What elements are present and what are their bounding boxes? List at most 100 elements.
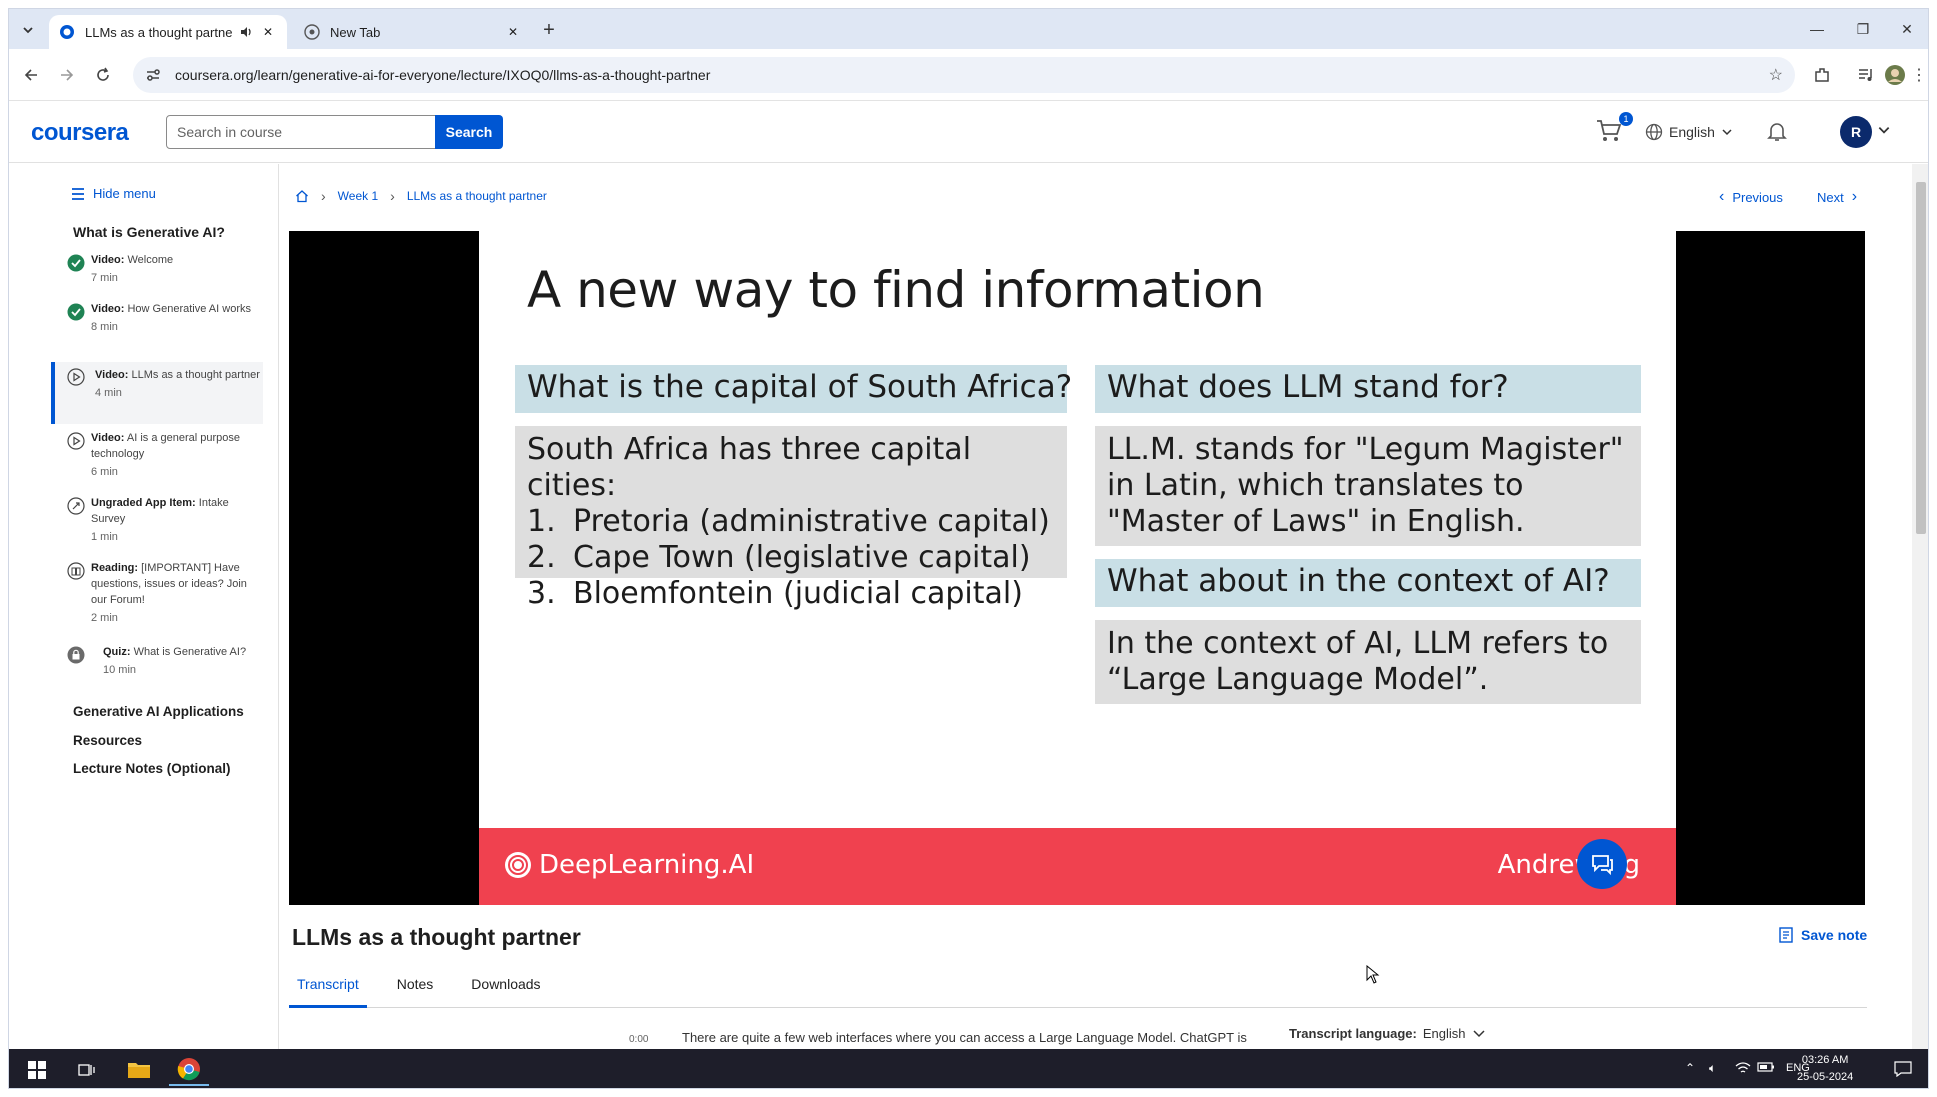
site-settings-icon[interactable] — [145, 66, 163, 84]
lesson-item[interactable]: Video: Welcome 7 min — [51, 252, 263, 298]
browser-menu-icon[interactable]: ⋮ — [1909, 61, 1928, 89]
task-view-button[interactable] — [67, 1054, 107, 1086]
capital-list: 1. Pretoria (administrative capital) 2. Ca… — [527, 504, 1055, 612]
chevron-down-icon — [23, 27, 33, 34]
module-link[interactable]: Generative AI Applications — [73, 704, 244, 719]
transcript-language-label: Transcript language: — [1289, 1026, 1417, 1041]
lesson-title: LLMs as a thought partner — [131, 369, 260, 381]
windows-start-button[interactable] — [17, 1054, 57, 1086]
lecture-title: LLMs as a thought partner — [292, 924, 581, 950]
previous-label: Previous — [1732, 189, 1783, 205]
file-explorer-button[interactable] — [119, 1054, 159, 1086]
hide-menu-button[interactable]: Hide menu — [71, 186, 156, 201]
lesson-duration: 4 min — [95, 387, 122, 399]
coursera-logo[interactable]: coursera — [31, 119, 129, 147]
lesson-item[interactable]: Video: AI is a general purpose technolog… — [51, 430, 263, 488]
volume-icon[interactable]: 🔈︎ — [1709, 1061, 1716, 1076]
profile-avatar-icon[interactable] — [1881, 61, 1909, 89]
close-tab-icon[interactable]: ✕ — [504, 23, 522, 41]
tab-title: LLMs as a thought partner — [85, 24, 233, 40]
scrollbar-thumb[interactable] — [1916, 182, 1926, 534]
media-control-icon[interactable] — [1852, 61, 1880, 89]
back-button[interactable] — [17, 61, 45, 89]
breadcrumb-week[interactable]: Week 1 — [338, 189, 378, 203]
address-bar[interactable]: coursera.org/learn/generative-ai-for-eve… — [133, 57, 1795, 93]
list-item: 1. Pretoria (administrative capital) — [527, 504, 1055, 540]
windows-taskbar: ⌃ 🔈︎ ENG 03:26 AM 25-05-2024 — [9, 1049, 1928, 1088]
lesson-title: Welcome — [127, 254, 174, 266]
battery-icon[interactable] — [1757, 1061, 1775, 1076]
page-scrollbar[interactable] — [1912, 164, 1928, 1054]
taskbar-clock[interactable]: 03:26 AM 25-05-2024 — [1797, 1052, 1853, 1086]
bookmark-star-icon[interactable]: ☆ — [1769, 65, 1783, 85]
lesson-kind: Video: — [91, 303, 125, 315]
chrome-taskbar-button[interactable] — [169, 1054, 209, 1086]
transcript-language-selector[interactable]: Transcript language: English — [1289, 1026, 1486, 1041]
chat-bubble-icon — [1592, 855, 1613, 876]
language-selector[interactable]: English — [1645, 121, 1733, 143]
tab-transcript[interactable]: Transcript — [289, 964, 367, 1008]
chevron-left-icon: ‹ — [1719, 188, 1725, 205]
tray-chevron-up-icon[interactable]: ⌃ — [1685, 1061, 1695, 1075]
slide-question: What does LLM stand for? — [1095, 365, 1641, 413]
lesson-item[interactable]: Quiz: What is Generative AI? 10 min — [51, 644, 263, 702]
lesson-item[interactable]: Ungraded App Item: Intake Survey 1 min — [51, 495, 263, 553]
speaker-icon[interactable] — [237, 23, 255, 41]
save-note-button[interactable]: Save note — [1779, 927, 1867, 943]
module-link[interactable]: Lecture Notes (Optional) — [73, 761, 231, 776]
new-tab-button[interactable]: + — [537, 19, 561, 43]
windows-logo-icon — [28, 1061, 46, 1079]
tab-search-button[interactable] — [15, 17, 41, 43]
previous-button[interactable]: ‹ Previous — [1719, 188, 1783, 206]
lesson-kind: Ungraded App Item: — [91, 497, 196, 509]
next-button[interactable]: Next › — [1817, 188, 1857, 206]
forward-button[interactable] — [53, 61, 81, 89]
wifi-icon[interactable] — [1735, 1061, 1751, 1078]
breadcrumb-lecture[interactable]: LLMs as a thought partner — [407, 189, 547, 203]
notifications-bell-icon[interactable] — [1765, 119, 1791, 145]
search-placeholder: Search in course — [177, 124, 283, 140]
transcript-timestamp[interactable]: 0:00 — [629, 1034, 648, 1045]
extensions-icon[interactable] — [1808, 61, 1836, 89]
transcript-line[interactable]: There are quite a few web interfaces whe… — [682, 1030, 1247, 1045]
close-tab-icon[interactable]: ✕ — [259, 23, 277, 41]
chat-assistant-button[interactable] — [1577, 839, 1627, 889]
transcript-language-value: English — [1422, 1026, 1466, 1041]
arrow-right-icon — [61, 69, 74, 81]
chevron-right-icon: › — [390, 188, 395, 204]
deeplearning-swirl-icon — [505, 852, 531, 878]
clock-date: 25-05-2024 — [1797, 1071, 1854, 1083]
site-header: coursera Search in course Search 1 Engli… — [9, 101, 1928, 163]
list-item: 2. Cape Town (legislative capital) — [527, 540, 1055, 576]
video-player[interactable]: A new way to find information What is th… — [289, 231, 1865, 905]
tab-downloads[interactable]: Downloads — [463, 964, 548, 1008]
browser-tab[interactable]: New Tab ✕ — [294, 15, 532, 49]
tab-notes[interactable]: Notes — [389, 964, 442, 1008]
list-text: Bloemfontein (judicial capital) — [573, 576, 1023, 611]
minimize-button[interactable]: — — [1799, 17, 1835, 41]
save-note-label: Save note — [1801, 927, 1868, 943]
module-title[interactable]: What is Generative AI? — [73, 224, 225, 240]
close-window-button[interactable]: ✕ — [1889, 17, 1925, 41]
note-icon — [1779, 927, 1793, 943]
lesson-item[interactable]: Reading: [IMPORTANT] Have questions, iss… — [51, 560, 263, 634]
list-text: Pretoria (administrative capital) — [573, 504, 1050, 539]
lesson-duration: 1 min — [91, 531, 118, 543]
browser-tab-active[interactable]: LLMs as a thought partner ✕ — [49, 15, 287, 49]
lesson-kind: Quiz: — [103, 646, 131, 658]
search-button[interactable]: Search — [435, 115, 503, 149]
restore-button[interactable]: ❐ — [1845, 17, 1881, 41]
notification-center-icon[interactable] — [1894, 1061, 1912, 1080]
lesson-kind: Video: — [95, 369, 129, 381]
lesson-kind: Reading: — [91, 562, 139, 574]
user-avatar[interactable]: R — [1840, 116, 1872, 148]
reload-button[interactable] — [89, 61, 117, 89]
module-link[interactable]: Resources — [73, 733, 142, 748]
slide-title: A new way to find information — [527, 261, 1265, 319]
lesson-item-current[interactable]: Video: LLMs as a thought partner 4 min — [51, 362, 263, 424]
play-circle-icon — [67, 368, 85, 386]
search-input[interactable]: Search in course — [166, 115, 436, 149]
home-icon[interactable] — [295, 189, 309, 203]
account-menu-chevron-icon[interactable] — [1877, 123, 1891, 140]
lesson-item[interactable]: Video: How Generative AI works 8 min — [51, 301, 263, 359]
